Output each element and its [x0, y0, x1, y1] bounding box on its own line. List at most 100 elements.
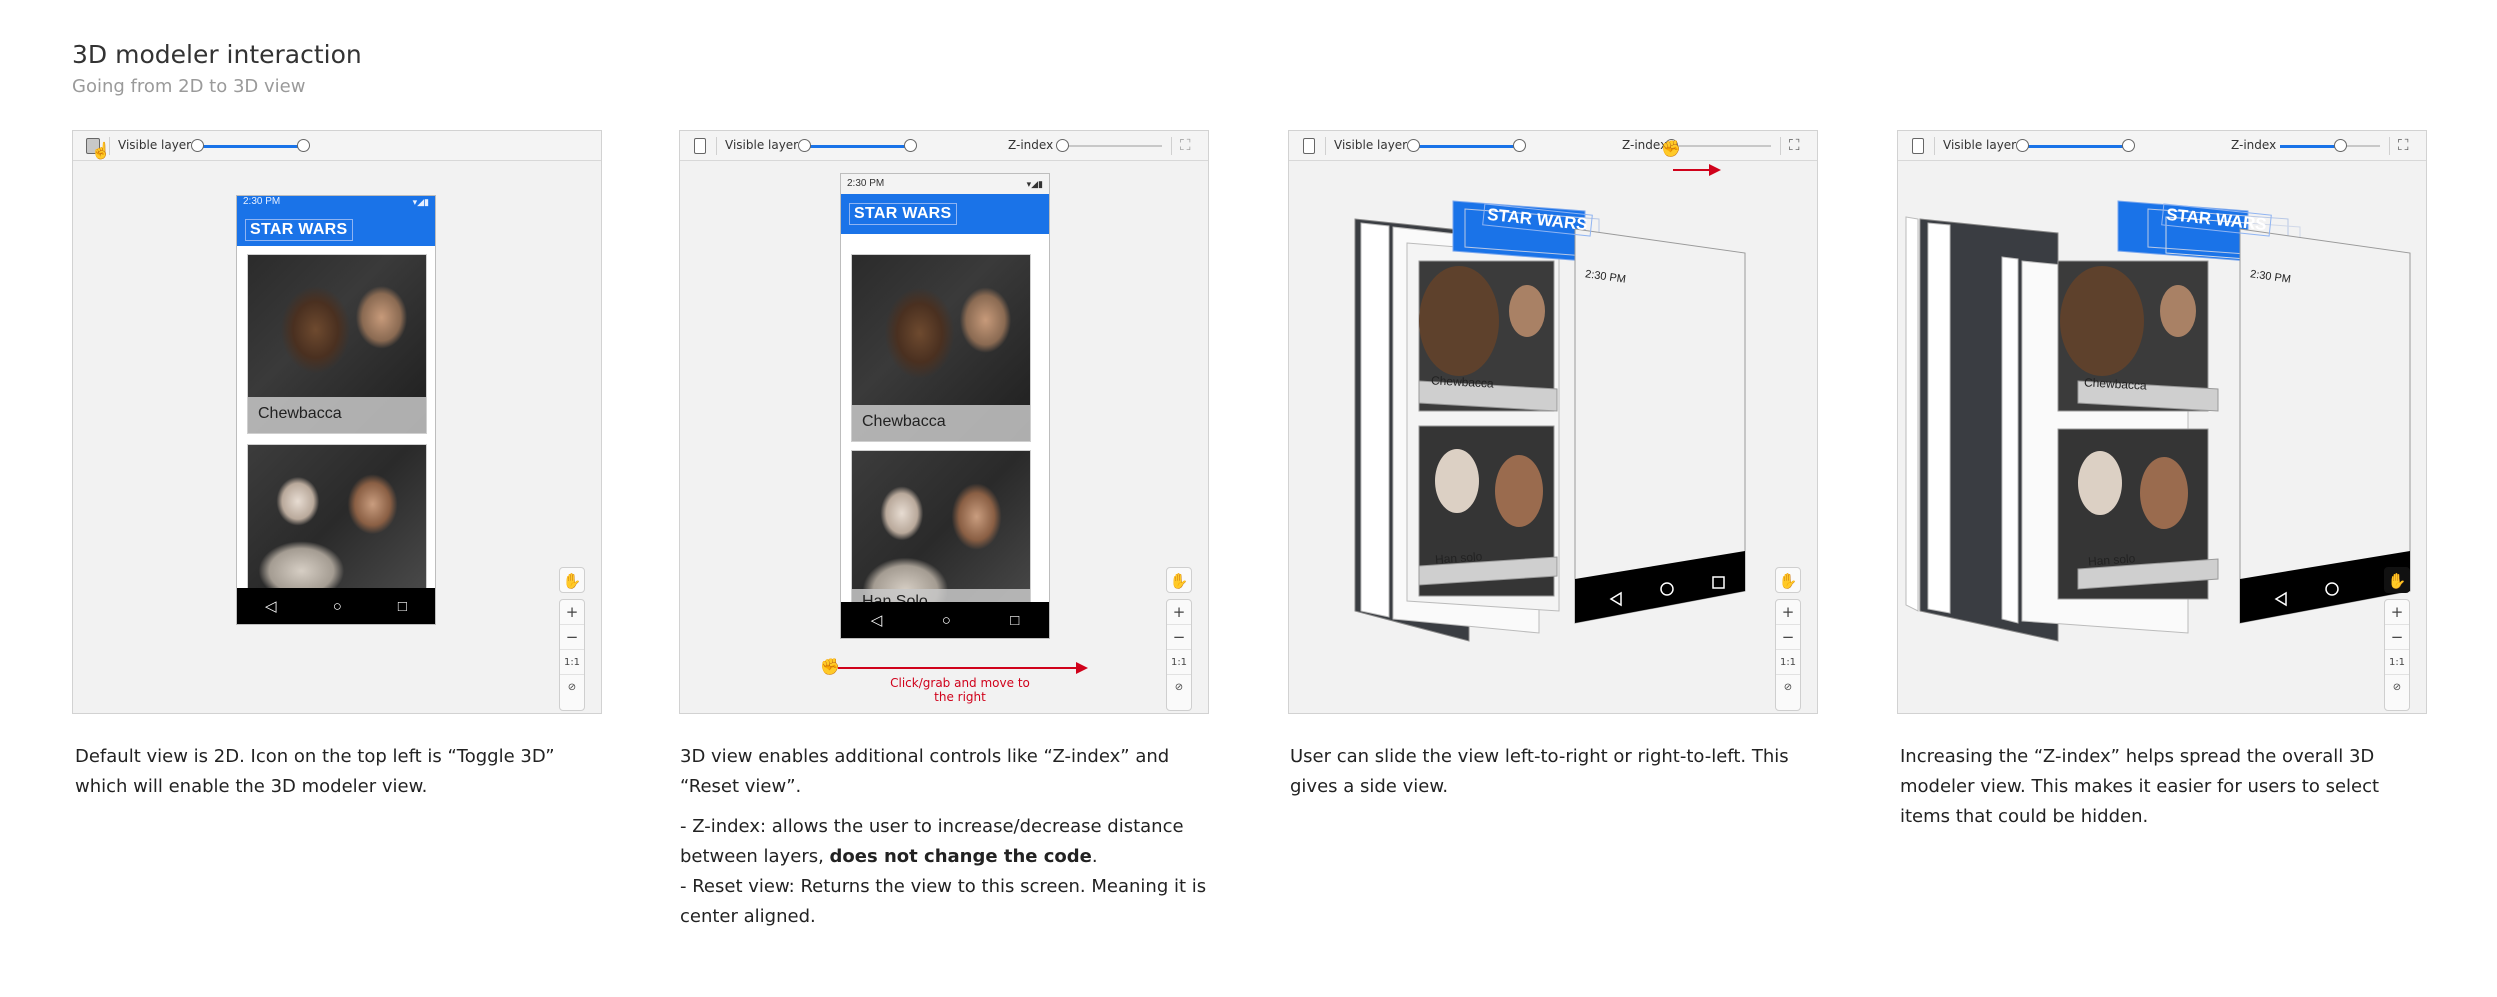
modeler-toolbar: Visible layers Z-index ⛶ — [680, 131, 1208, 161]
toolbar-divider — [109, 137, 110, 155]
reset-view-icon[interactable]: ⛶ — [2398, 137, 2414, 155]
slider-knob-min[interactable] — [191, 139, 204, 152]
grab-cursor-icon: ✊ — [1661, 141, 1681, 158]
zoom-in-button[interactable]: + — [1167, 600, 1191, 625]
z-index-label: Z-index — [2231, 138, 2277, 152]
toggle-3d-icon[interactable] — [694, 138, 706, 154]
description-3d-controls: 3D view enables additional controls like… — [680, 742, 1210, 932]
zoom-in-button[interactable]: + — [560, 600, 584, 625]
pan-tool[interactable]: ✋ — [559, 567, 585, 593]
modeler-toolbar: Visible layers Z-index ⛶ — [1898, 131, 2426, 161]
panel-z-index-spread: Visible layers Z-index ⛶ 2:30 PM STAR WA… — [1897, 130, 2427, 714]
slider-knob-min[interactable] — [798, 139, 811, 152]
hand-icon[interactable]: ✋ — [1167, 568, 1191, 593]
home-icon[interactable]: ○ — [942, 612, 951, 629]
zoom-out-button[interactable]: − — [2385, 625, 2409, 650]
zoom-out-button[interactable]: − — [1167, 625, 1191, 650]
actual-size-button[interactable]: 1:1 — [2385, 650, 2409, 675]
z-index-slider[interactable] — [1665, 139, 1771, 152]
modeler-toolbar: ☝ Visible layers — [73, 131, 601, 161]
slider-knob-max[interactable] — [297, 139, 310, 152]
phone-preview[interactable]: 2:30 PM ▾◢▮ STAR WARS Chewbacca ◁ ○ □ — [236, 195, 436, 625]
slider-knob-min[interactable] — [1407, 139, 1420, 152]
slider-knob-max[interactable] — [1513, 139, 1526, 152]
layer-frame — [1905, 216, 1919, 612]
visible-layers-slider[interactable] — [2016, 139, 2135, 152]
description-text: User can slide the view left-to-right or… — [1290, 746, 1789, 797]
description-text: Default view is 2D. Icon on the top left… — [75, 746, 555, 797]
visible-layers-label: Visible layers — [1943, 138, 2023, 152]
recents-icon[interactable]: □ — [1010, 612, 1019, 629]
signal-battery-icon: ▾◢▮ — [412, 197, 429, 207]
toolbar-divider — [1780, 137, 1781, 155]
bullet-tail: . — [1091, 846, 1098, 867]
card-han-solo[interactable] — [247, 444, 427, 594]
zoom-out-button[interactable]: − — [1776, 625, 1800, 650]
status-bar: 2:30 PM ▾◢▮ — [237, 196, 435, 210]
app-title: STAR WARS — [849, 203, 957, 225]
slider-knob-max[interactable] — [2122, 139, 2135, 152]
card-chewbacca[interactable]: Chewbacca — [247, 254, 427, 434]
reset-view-icon[interactable]: ⛶ — [1180, 137, 1196, 155]
visible-layers-slider[interactable] — [1407, 139, 1526, 152]
toggle-3d-icon[interactable] — [1912, 138, 1924, 154]
luke-figure — [1509, 285, 1545, 337]
app-bar[interactable]: STAR WARS — [237, 210, 435, 246]
recents-icon[interactable]: □ — [398, 598, 407, 615]
bullet-text: - Reset view: Returns the view to this s… — [680, 876, 1207, 927]
zoom-out-button[interactable]: − — [560, 625, 584, 650]
description-text: Increasing the “Z-index” helps spread th… — [1900, 746, 2380, 827]
pan-tool[interactable]: ✋ — [1775, 567, 1801, 593]
3d-layer-stack[interactable] — [1289, 171, 1818, 711]
z-index-slider[interactable] — [2280, 139, 2380, 152]
pan-tool[interactable]: ✋ — [1166, 567, 1192, 593]
z-index-knob[interactable] — [1056, 139, 1069, 152]
fit-screen-button[interactable]: ⊘ — [560, 675, 584, 700]
layer-frame — [1360, 222, 1390, 618]
visible-layers-label: Visible layers — [725, 138, 805, 152]
z-index-slider[interactable] — [1056, 139, 1162, 152]
pan-tool[interactable]: ✋ — [2384, 567, 2410, 593]
visible-layers-slider[interactable] — [798, 139, 917, 152]
home-icon[interactable]: ○ — [333, 598, 342, 615]
card-han-solo[interactable]: Han Solo — [851, 450, 1031, 616]
actual-size-button[interactable]: 1:1 — [1167, 650, 1191, 675]
slider-knob-max[interactable] — [904, 139, 917, 152]
visible-layers-slider[interactable] — [191, 139, 310, 152]
hand-icon[interactable]: ✋ — [560, 568, 584, 593]
fit-screen-button[interactable]: ⊘ — [1167, 675, 1191, 700]
nav-bar: ◁ ○ □ — [237, 588, 435, 624]
phone-preview[interactable]: 2:30 PM ▾◢▮ STAR WARS Chewbacca Han Solo… — [840, 173, 1050, 639]
drag-arrow — [838, 667, 1078, 669]
app-bar[interactable]: STAR WARS — [841, 194, 1049, 234]
zoom-in-button[interactable]: + — [1776, 600, 1800, 625]
hand-icon[interactable]: ✋ — [2385, 568, 2409, 593]
zoom-in-button[interactable]: + — [2385, 600, 2409, 625]
actual-size-button[interactable]: 1:1 — [1776, 650, 1800, 675]
card-chewbacca[interactable]: Chewbacca — [851, 254, 1031, 442]
page-title: 3D modeler interaction — [72, 40, 362, 69]
back-icon[interactable]: ◁ — [265, 597, 277, 615]
toolbar-divider — [716, 137, 717, 155]
slider-knob-min[interactable] — [2016, 139, 2029, 152]
luke-figure — [2160, 285, 2196, 337]
description-2d-view: Default view is 2D. Icon on the top left… — [75, 742, 605, 812]
pointer-cursor-icon: ☝ — [91, 143, 111, 160]
3d-layer-stack-spread[interactable] — [1898, 171, 2427, 711]
fit-screen-button[interactable]: ⊘ — [2385, 675, 2409, 700]
toolbar-divider — [1934, 137, 1935, 155]
obiwan-figure — [1435, 449, 1479, 513]
zoom-controls: + − 1:1 ⊘ — [1775, 599, 1801, 711]
fit-screen-button[interactable]: ⊘ — [1776, 675, 1800, 700]
toggle-3d-icon[interactable] — [1303, 138, 1315, 154]
toolbar-divider — [2389, 137, 2390, 155]
card-label: Chewbacca — [248, 397, 426, 433]
actual-size-button[interactable]: 1:1 — [560, 650, 584, 675]
back-icon[interactable]: ◁ — [871, 611, 883, 629]
reset-view-icon[interactable]: ⛶ — [1789, 137, 1805, 155]
obiwan-figure — [2078, 451, 2122, 515]
hand-icon[interactable]: ✋ — [1776, 568, 1800, 593]
layer-frame — [2001, 256, 2019, 624]
z-index-knob[interactable] — [2334, 139, 2347, 152]
drag-caption: Click/grab and move to the right — [890, 676, 1030, 704]
